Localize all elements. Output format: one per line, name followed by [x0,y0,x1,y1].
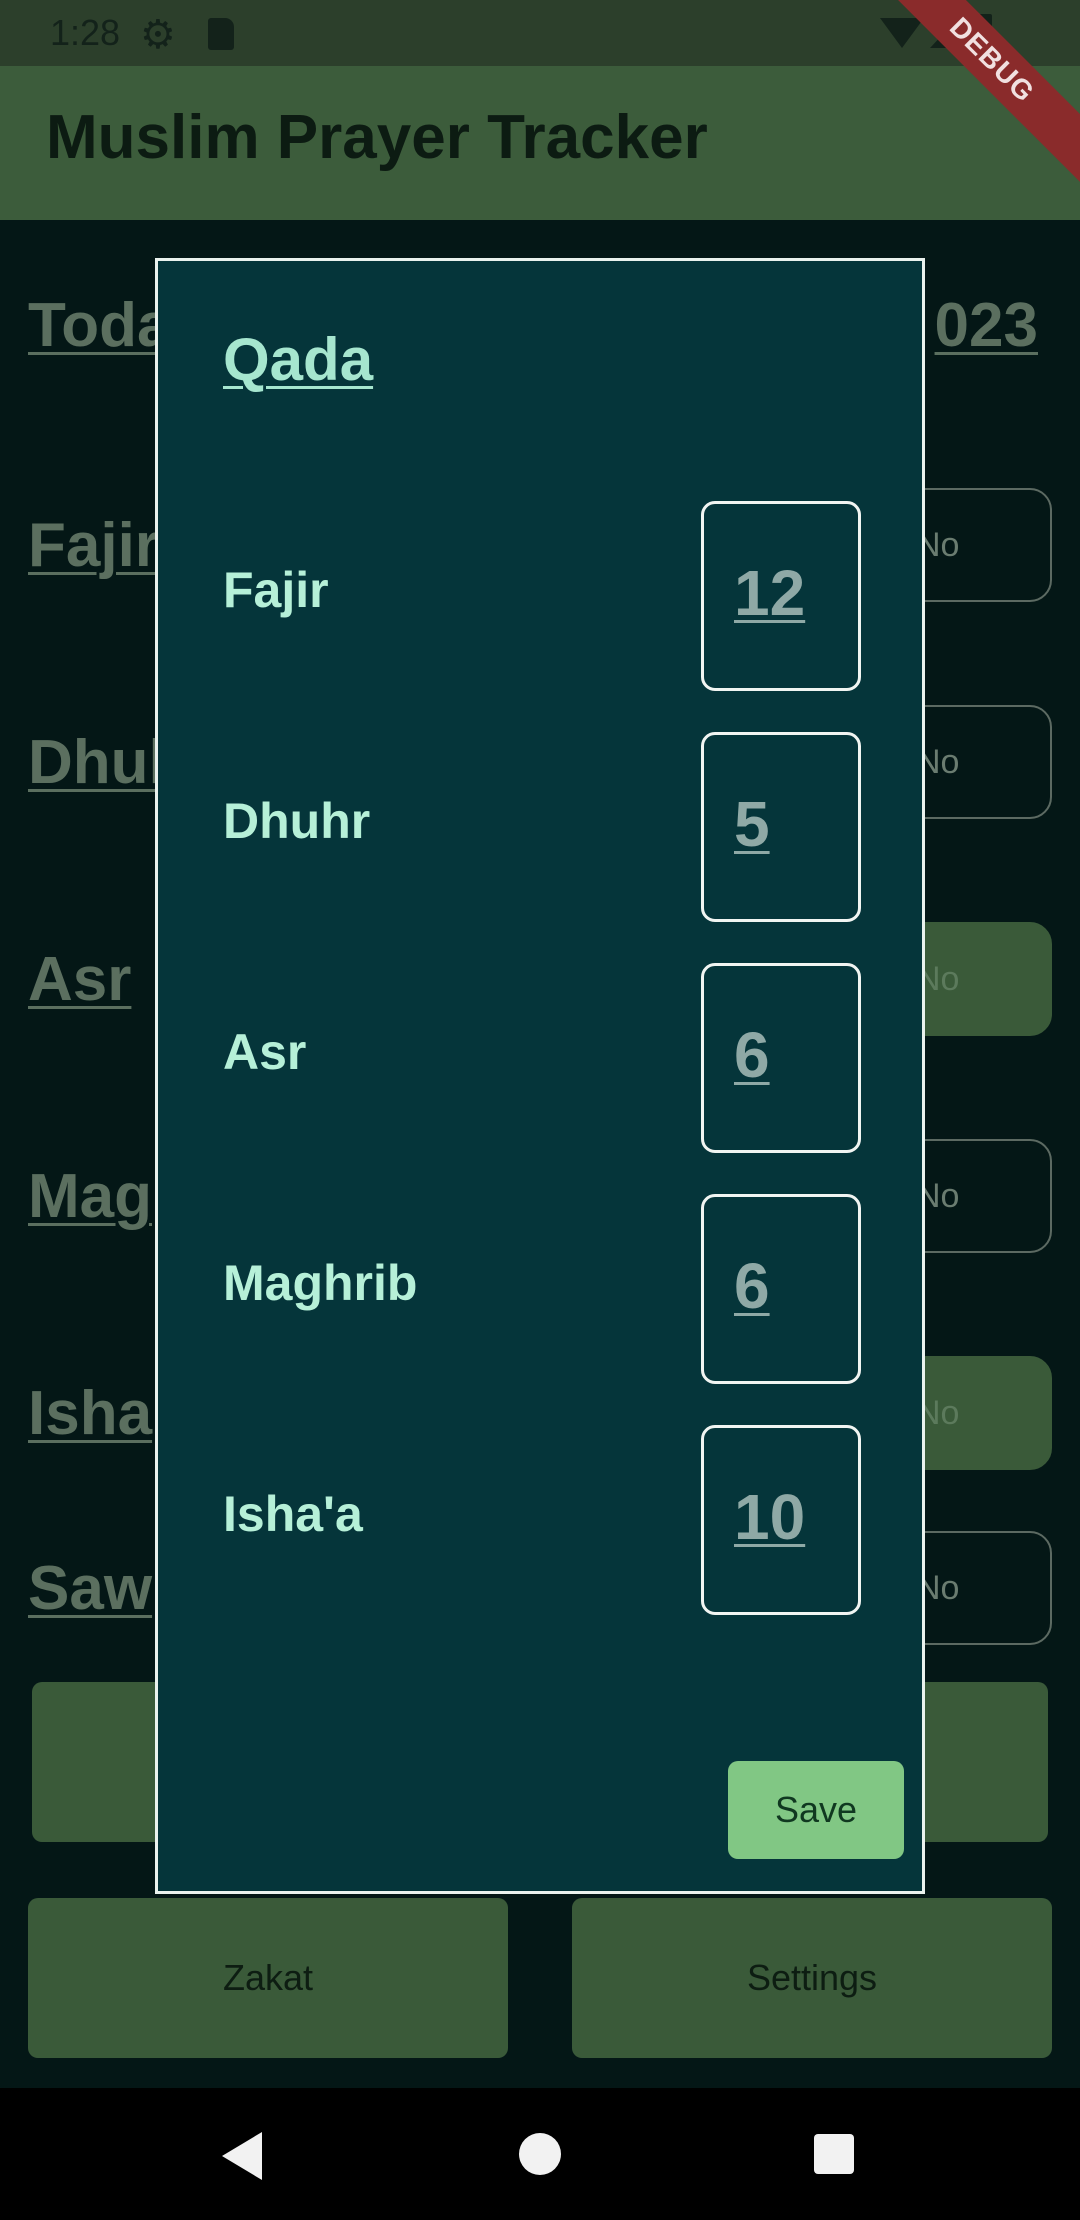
prayer-label-dhuhr: Dhul [28,728,166,797]
sd-card-icon [208,18,234,50]
prayer-label-maghrib: Mag [28,1162,152,1231]
zakat-button[interactable]: Zakat [28,1898,508,2058]
navigation-bar [0,2088,1080,2220]
date-label: 023 [934,291,1038,360]
qada-count-value: 6 [734,1250,770,1322]
qada-label-maghrib: Maghrib [223,1255,418,1311]
qada-dialog: Qada Fajir 12 Dhuhr 5 Asr 6 Maghrib 6 Is… [155,258,925,1894]
today-label: Toda [28,291,172,360]
qada-count-value: 6 [734,1019,770,1091]
settings-button[interactable]: Settings [572,1898,1052,2058]
qada-count-isha[interactable]: 10 [701,1425,861,1615]
recents-icon[interactable] [814,2134,854,2174]
save-button[interactable]: Save [728,1761,904,1859]
qada-count-value: 5 [734,788,770,860]
prayer-label-fajir: Fajir [28,511,159,580]
qada-count-asr[interactable]: 6 [701,963,861,1153]
qada-label-dhuhr: Dhuhr [223,793,371,849]
status-time: 1:28 [50,12,121,53]
qada-label-asr: Asr [223,1024,307,1080]
qada-label-isha: Isha'a [223,1486,363,1542]
prayer-label-isha: Isha [28,1379,153,1448]
home-icon[interactable] [519,2133,561,2175]
settings-gear-icon: ⚙ [140,13,176,57]
prayer-label-sawm: Saw [28,1554,153,1623]
app-title: Muslim Prayer Tracker [46,103,708,172]
qada-count-fajir[interactable]: 12 [701,501,861,691]
wifi-icon [880,18,924,48]
dialog-title: Qada [223,326,374,393]
qada-count-value: 10 [734,1481,806,1553]
back-icon[interactable] [222,2132,262,2180]
qada-count-dhuhr[interactable]: 5 [701,732,861,922]
qada-count-maghrib[interactable]: 6 [701,1194,861,1384]
app-bar: Muslim Prayer Tracker [0,66,1080,220]
qada-label-fajir: Fajir [223,562,329,618]
prayer-label-asr: Asr [28,945,132,1014]
qada-count-value: 12 [734,557,806,629]
